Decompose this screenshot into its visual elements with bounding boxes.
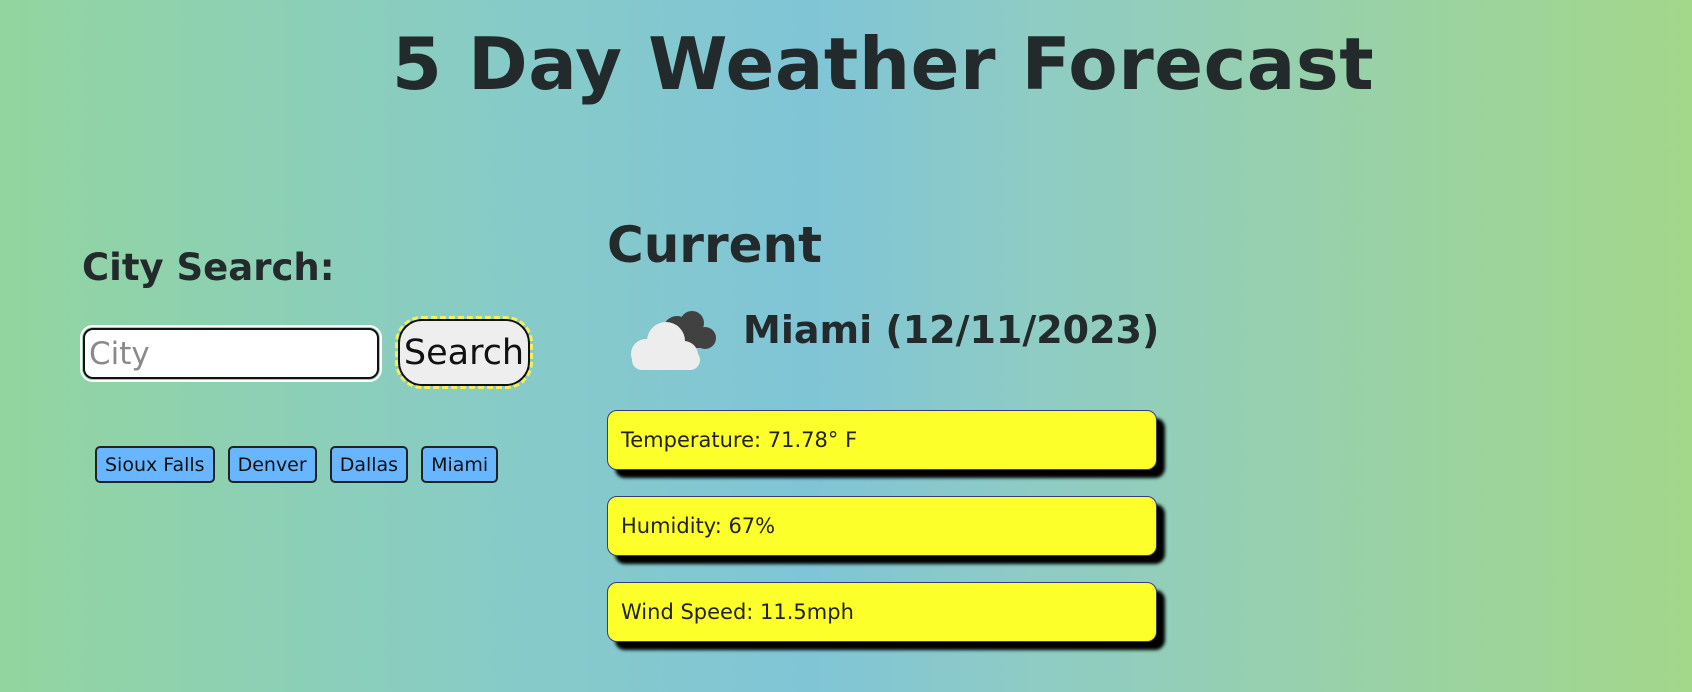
page-title: 5 Day Weather Forecast bbox=[391, 22, 1375, 106]
wind-speed-card: Wind Speed: 11.5mph bbox=[607, 582, 1157, 642]
cloud-icon bbox=[631, 311, 716, 370]
wind-speed-text: Wind Speed: 11.5mph bbox=[621, 600, 854, 624]
humidity-text: Humidity: 67% bbox=[621, 514, 776, 538]
current-city-date: Miami (12/11/2023) bbox=[743, 308, 1160, 352]
current-heading: Current bbox=[607, 216, 823, 274]
history-button-miami[interactable]: Miami bbox=[421, 446, 499, 483]
temperature-card: Temperature: 71.78° F bbox=[607, 410, 1157, 470]
humidity-card: Humidity: 67% bbox=[607, 496, 1157, 556]
search-button[interactable]: Search bbox=[395, 316, 533, 389]
history-button-sioux-falls[interactable]: Sioux Falls bbox=[95, 446, 215, 483]
search-history: Sioux Falls Denver Dallas Miami bbox=[95, 446, 499, 483]
city-search-input[interactable] bbox=[80, 325, 382, 382]
temperature-text: Temperature: 71.78° F bbox=[621, 428, 858, 452]
history-button-denver[interactable]: Denver bbox=[227, 446, 317, 483]
history-button-dallas[interactable]: Dallas bbox=[329, 446, 409, 483]
city-search-label: City Search: bbox=[82, 246, 335, 289]
